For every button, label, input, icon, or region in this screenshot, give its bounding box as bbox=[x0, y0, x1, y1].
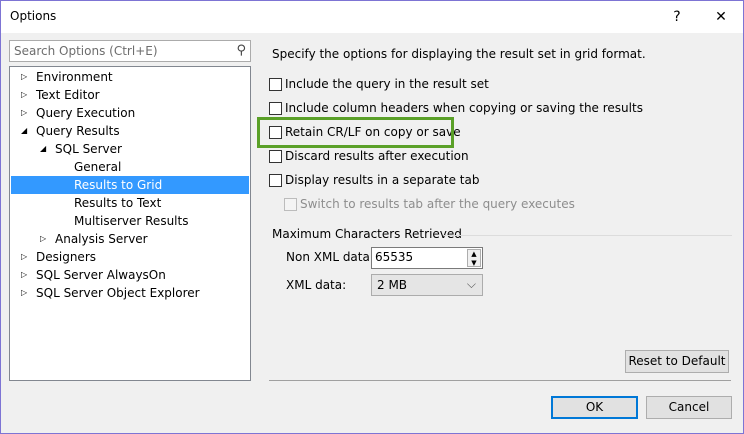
spinner[interactable]: ▲ ▼ bbox=[467, 249, 481, 267]
checkbox-label: Display results in a separate tab bbox=[285, 173, 480, 187]
checkbox-label: Include column headers when copying or s… bbox=[285, 101, 643, 115]
tree-item[interactable]: ◢ SQL Server bbox=[11, 140, 249, 158]
options-dialog: Options ? ✕ Search Options (Ctrl+E) ⚲ ▷ E… bbox=[0, 0, 744, 434]
tree-item-label: Query Execution bbox=[36, 106, 136, 120]
expand-arrow-icon[interactable]: ▷ bbox=[21, 266, 27, 284]
checkbox-label: Include the query in the result set bbox=[285, 77, 489, 91]
expand-arrow-icon[interactable]: ▷ bbox=[21, 68, 27, 86]
tree-item-label: SQL Server bbox=[55, 142, 122, 156]
expand-arrow-icon[interactable]: ▷ bbox=[40, 230, 46, 248]
checkbox-label: Discard results after execution bbox=[285, 149, 469, 163]
non-xml-data-input[interactable]: 65535 ▲ ▼ bbox=[371, 247, 483, 269]
options-tree: ▷ Environment ▷ Text Editor ▷ Query Execution… bbox=[9, 66, 251, 381]
tree-item[interactable]: Results to Grid bbox=[11, 176, 249, 194]
xml-label: XML data: bbox=[286, 278, 347, 292]
tree-item[interactable]: Results to Text bbox=[11, 194, 249, 212]
page-description: Specify the options for displaying the r… bbox=[272, 47, 646, 61]
checkbox[interactable] bbox=[269, 174, 282, 187]
tree-item[interactable]: ▷ Text Editor bbox=[11, 86, 249, 104]
non-xml-value: 65535 bbox=[375, 250, 414, 264]
expand-arrow-icon[interactable]: ▷ bbox=[21, 284, 27, 302]
tree-item[interactable]: ▷ Query Execution bbox=[11, 104, 249, 122]
group-label: Maximum Characters Retrieved bbox=[272, 227, 462, 241]
tree-item[interactable]: ▷ Environment bbox=[11, 68, 249, 86]
tree-item[interactable]: Multiserver Results bbox=[11, 212, 249, 230]
tree-item[interactable]: ▷ Analysis Server bbox=[11, 230, 249, 248]
xml-data-select[interactable]: 2 MB ⌵ bbox=[371, 274, 483, 296]
tree-item[interactable]: ◢ Query Results bbox=[11, 122, 249, 140]
expand-arrow-icon[interactable]: ▷ bbox=[21, 248, 27, 266]
checkbox[interactable] bbox=[269, 150, 282, 163]
tree-item-label: Multiserver Results bbox=[74, 214, 189, 228]
expand-arrow-icon[interactable]: ▷ bbox=[21, 86, 27, 104]
tree-item-label: SQL Server AlwaysOn bbox=[36, 268, 166, 282]
reset-to-default-button[interactable]: Reset to Default bbox=[625, 350, 729, 373]
dialog-title: Options bbox=[10, 9, 57, 23]
cancel-button[interactable]: Cancel bbox=[646, 396, 732, 419]
title-bar: Options ? ✕ bbox=[1, 1, 743, 33]
tree-item-label: Designers bbox=[36, 250, 96, 264]
tree-item[interactable]: ▷ Designers bbox=[11, 248, 249, 266]
tree-item-label: Results to Grid bbox=[74, 178, 163, 192]
checkbox[interactable] bbox=[269, 78, 282, 91]
collapse-arrow-icon[interactable]: ◢ bbox=[40, 140, 46, 158]
tree-item-label: Environment bbox=[36, 70, 113, 84]
checkbox[interactable] bbox=[269, 102, 282, 115]
ok-button[interactable]: OK bbox=[551, 396, 638, 419]
search-placeholder: Search Options (Ctrl+E) bbox=[14, 44, 158, 58]
tree-item[interactable]: ▷ SQL Server Object Explorer bbox=[11, 284, 249, 302]
close-button[interactable]: ✕ bbox=[706, 5, 736, 29]
collapse-arrow-icon[interactable]: ◢ bbox=[21, 122, 27, 140]
spin-up-icon[interactable]: ▲ bbox=[468, 250, 480, 259]
search-icon[interactable]: ⚲ bbox=[236, 43, 246, 58]
tree-item-label: Analysis Server bbox=[55, 232, 148, 246]
tree-item[interactable]: ▷ SQL Server AlwaysOn bbox=[11, 266, 249, 284]
highlight-box bbox=[257, 117, 454, 148]
checkbox-label: Switch to results tab after the query ex… bbox=[300, 197, 575, 211]
tree-item-label: General bbox=[74, 160, 122, 174]
expand-arrow-icon[interactable]: ▷ bbox=[21, 104, 27, 122]
tree-item-label: SQL Server Object Explorer bbox=[36, 286, 200, 300]
spin-down-icon[interactable]: ▼ bbox=[468, 259, 480, 268]
divider bbox=[269, 380, 731, 381]
non-xml-label: Non XML data: bbox=[286, 250, 374, 264]
tree-item-label: Results to Text bbox=[74, 196, 162, 210]
xml-value: 2 MB bbox=[377, 278, 408, 292]
tree-item-label: Text Editor bbox=[36, 88, 100, 102]
tree-item-label: Query Results bbox=[36, 124, 120, 138]
group-divider bbox=[444, 235, 732, 236]
search-options-input[interactable]: Search Options (Ctrl+E) ⚲ bbox=[9, 40, 251, 62]
help-button[interactable]: ? bbox=[662, 5, 692, 29]
checkbox[interactable] bbox=[284, 198, 297, 211]
chevron-down-icon: ⌵ bbox=[466, 277, 476, 291]
tree-item[interactable]: General bbox=[11, 158, 249, 176]
